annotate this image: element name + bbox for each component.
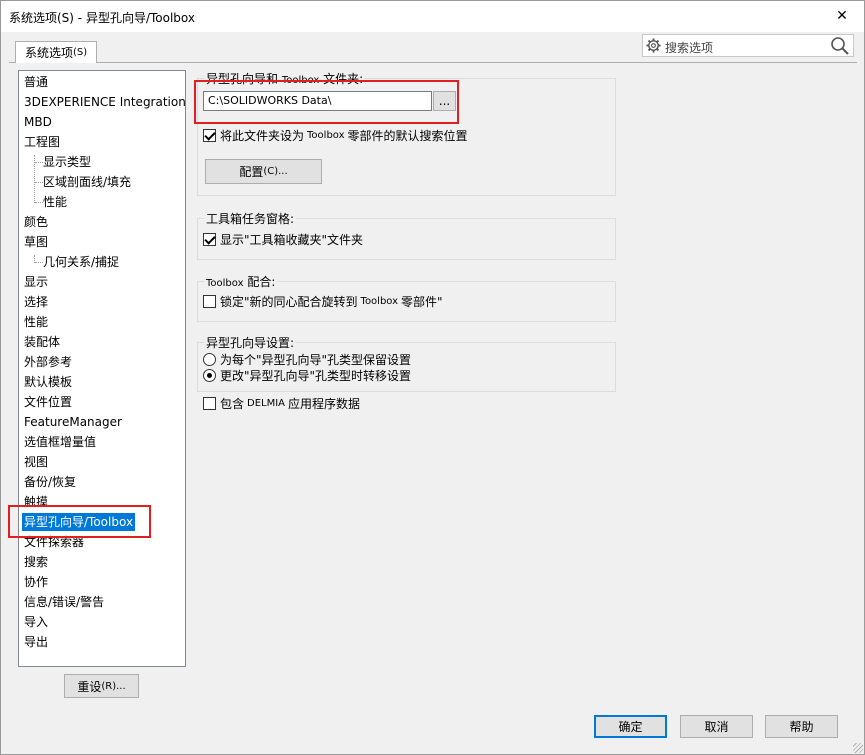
show-favorites-folder-checkbox[interactable]: 显示"工具箱收藏夹"文件夹 [203,231,363,247]
tree-item-assemblies[interactable]: 装配体 [24,333,60,351]
configure-button[interactable]: 配置 (C)... [205,159,322,184]
tree-item-performance[interactable]: 性能 [24,313,48,331]
keep-settings-radio[interactable]: 为每个"异型孔向导"孔类型保留设置 [203,351,411,367]
tree-item-drawings[interactable]: 工程图 [24,133,60,151]
transfer-settings-radio[interactable]: 更改"异型孔向导"孔类型时转移设置 [203,367,411,383]
tree-item-import[interactable]: 导入 [24,613,48,631]
tree-item-file-locations[interactable]: 文件位置 [24,393,72,411]
tree-item-area-hatch[interactable]: 区域剖面线/填充 [43,173,131,191]
tree-connector [35,202,43,203]
ok-button[interactable]: 确定 [594,715,667,738]
window-title: 系统选项(S) - 异型孔向导/Toolbox [9,11,195,25]
tree-connector [35,262,43,263]
tab-system-options[interactable]: 系统选项 (S) [15,41,98,63]
tree-item-display[interactable]: 显示 [24,273,48,291]
tree-item-display-style[interactable]: 显示类型 [43,153,91,171]
cancel-button[interactable]: 取消 [680,715,753,738]
include-delmia-checkbox[interactable]: 包含 DELMIA 应用程序数据 [203,395,360,411]
resize-grip[interactable] [853,743,863,753]
radio-circle [203,368,216,382]
tab-label: 系统选项 [25,46,74,60]
mates-group-title: Toolbox 配合: [204,273,278,290]
checkbox-box [203,232,216,246]
tree-item-external-references[interactable]: 外部参考 [24,353,72,371]
tree-connector [35,162,43,163]
taskpane-group-title: 工具箱任务窗格: [204,210,297,227]
tree-item-mbd[interactable]: MBD [24,113,52,131]
tree-item-collaboration[interactable]: 协作 [24,573,48,591]
checkbox-box [203,128,216,142]
help-button[interactable]: 帮助 [765,715,838,738]
folder-group-title: 异型孔向导和 Toolbox 文件夹: [204,70,366,87]
checkbox-box [203,396,216,410]
tree-item-file-explorer[interactable]: 文件探索器 [24,533,84,551]
tree-item-search[interactable]: 搜索 [24,553,48,571]
reset-button[interactable]: 重设 (R)... [64,674,139,698]
hole-wizard-settings-title: 异型孔向导设置: [204,334,297,351]
tree-item-view[interactable]: 视图 [24,453,48,471]
tree-item-touch[interactable]: 触摸 [24,493,48,511]
tab-label-shortcut: (S) [73,47,88,58]
search-icon[interactable] [830,36,850,59]
tree-item-relations-snaps[interactable]: 几何关系/捕捉 [43,253,119,271]
tree-item-3dexperience[interactable]: 3DEXPERIENCE Integration [24,93,186,111]
title-bar: 系统选项(S) - 异型孔向导/Toolbox ✕ [1,1,864,32]
tree-item-default-templates[interactable]: 默认模板 [24,373,72,391]
tree-item-general[interactable]: 普通 [24,73,48,91]
tree-item-messages-errors-warnings[interactable]: 信息/错误/警告 [24,593,104,611]
radio-circle [203,352,216,366]
tree-item-spin-box-increments[interactable]: 选值框增量值 [24,433,96,451]
search-placeholder: 搜索选项 [665,41,714,55]
tree-item-drawing-performance[interactable]: 性能 [43,193,67,211]
close-button[interactable]: ✕ [830,5,854,27]
lock-concentric-mate-checkbox[interactable]: 锁定"新的同心配合旋转到 Toolbox 零部件" [203,293,443,309]
tree-item-backup-recover[interactable]: 备份/恢复 [24,473,76,491]
tree-item-export[interactable]: 导出 [24,633,48,651]
default-search-location-checkbox[interactable]: 将此文件夹设为 Toolbox 零部件的默认搜索位置 [203,127,468,143]
tree-item-selection[interactable]: 选择 [24,293,48,311]
tree-item-colors[interactable]: 颜色 [24,213,48,231]
toolbox-folder-path-field[interactable]: C:\SOLIDWORKS Data\ [203,91,432,111]
tree-item-featuremanager[interactable]: FeatureManager [24,413,122,431]
close-icon: ✕ [836,8,848,24]
checkbox-box [203,294,216,308]
tree-connector [35,182,43,183]
tree-item-sketch[interactable]: 草图 [24,233,48,251]
browse-folder-button[interactable]: ... [433,91,456,111]
gear-icon [646,38,661,56]
options-tree[interactable]: 普通 3DEXPERIENCE Integration MBD 工程图 显示类型… [18,70,186,667]
tree-item-hole-wizard-toolbox[interactable]: 异型孔向导/Toolbox [22,513,136,531]
search-options-input[interactable]: 搜索选项 [642,34,854,57]
